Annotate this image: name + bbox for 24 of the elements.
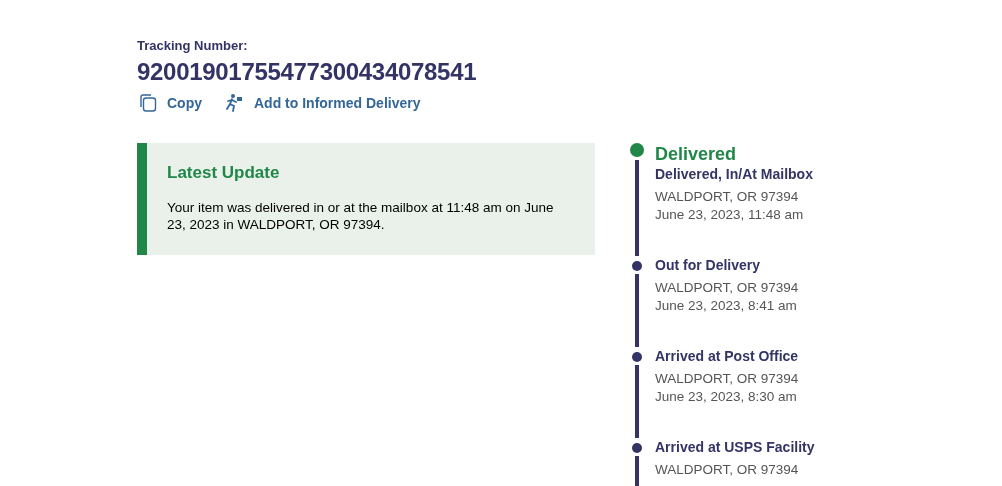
timeline-dot: [632, 352, 642, 362]
event-title: Out for Delivery: [655, 257, 762, 273]
copy-icon: [137, 93, 157, 113]
informed-delivery-link[interactable]: Add to Informed Delivery: [224, 93, 421, 113]
timeline-dot: [630, 143, 644, 157]
tracking-label: Tracking Number:: [137, 38, 249, 53]
event-title: Delivered, In/At Mailbox: [655, 166, 813, 182]
running-person-icon: [224, 93, 244, 113]
timeline-dot: [632, 261, 642, 271]
event-datetime: June 23, 2023, 11:48 am: [655, 206, 805, 224]
timeline-dot: [632, 443, 642, 453]
latest-update-text: Your item was delivered in or at the mailbox at 11:48 am on June 23, 2023 in WALDPORT, OR 97394.: [167, 199, 555, 233]
event-location: WALDPORT, OR 97394: [655, 188, 800, 206]
event-location: WALDPORT, OR 97394: [655, 370, 799, 388]
event-location: WALDPORT, OR 97394: [655, 461, 800, 479]
copy-link[interactable]: Copy: [137, 93, 202, 113]
event-location: WALDPORT, OR 97394: [655, 279, 799, 297]
latest-update-title: Latest Update: [167, 163, 281, 183]
event-title: Arrived at USPS Facility: [655, 439, 815, 455]
event-datetime: June 23, 2023, 8:30 am: [655, 388, 798, 406]
event-datetime: June 23, 2023, 8:41 am: [655, 297, 798, 315]
event-title: Arrived at Post Office: [655, 348, 799, 364]
delivery-status: Delivered: [655, 144, 738, 165]
tracking-number: 92001901755477300434078541: [137, 58, 478, 86]
